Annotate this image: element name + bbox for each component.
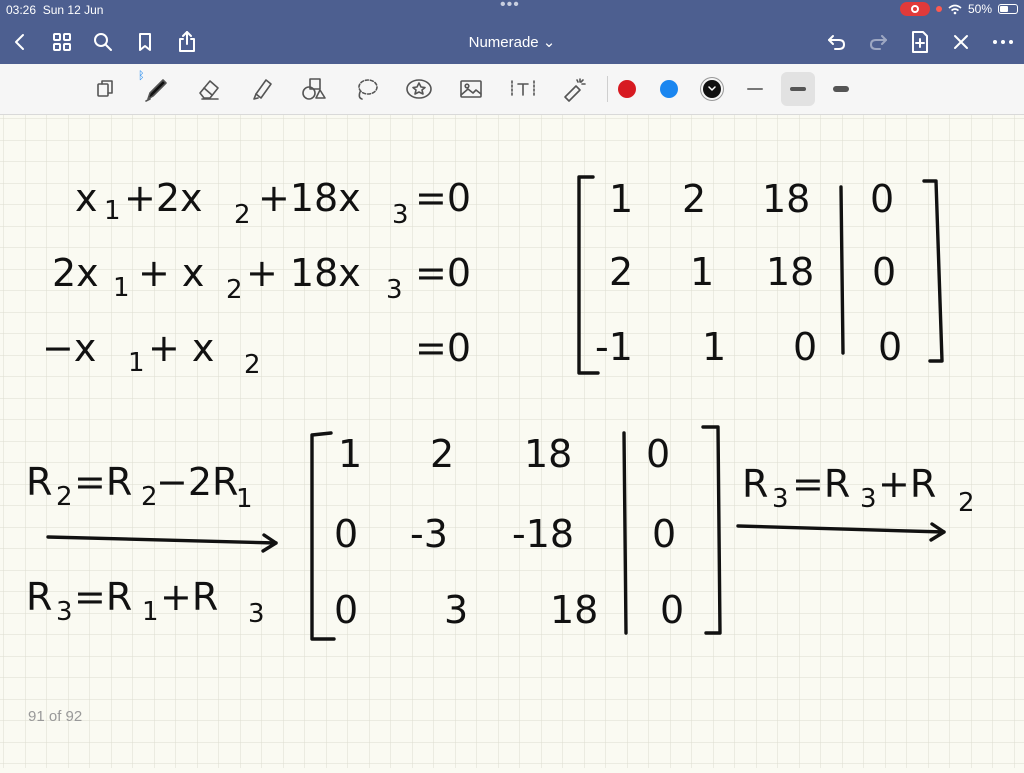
svg-text:18: 18 (766, 250, 814, 294)
svg-text:+2x: +2x (124, 176, 203, 220)
svg-text:−x: −x (42, 326, 96, 370)
svg-text:3: 3 (386, 275, 403, 305)
svg-text:18: 18 (550, 588, 598, 632)
svg-text:=0: =0 (415, 326, 471, 370)
svg-text:R: R (26, 575, 52, 619)
svg-text:1: 1 (104, 196, 121, 226)
svg-text:R: R (26, 460, 52, 504)
svg-text:2: 2 (958, 488, 975, 518)
note-page[interactable]: x 1 +2x 2 +18x 3 =0 2x 1 + x 2 + 18x 3 =… (0, 115, 1024, 768)
svg-text:0: 0 (660, 588, 684, 632)
text-icon[interactable] (506, 72, 540, 106)
svg-text:0: 0 (334, 588, 358, 632)
svg-text:1: 1 (142, 597, 159, 627)
stroke-thin[interactable] (738, 72, 772, 106)
svg-text:-3: -3 (410, 512, 448, 556)
svg-text:=0: =0 (415, 251, 471, 295)
svg-text:1: 1 (128, 348, 145, 378)
svg-text:=R: =R (792, 462, 850, 506)
svg-text:3: 3 (56, 597, 73, 627)
svg-text:-1: -1 (595, 325, 633, 369)
svg-text:2: 2 (234, 200, 251, 230)
image-icon[interactable] (454, 72, 488, 106)
svg-text:=R: =R (74, 575, 132, 619)
recording-dot-icon (935, 6, 942, 12)
eraser-icon[interactable] (192, 72, 226, 106)
lasso-icon[interactable] (88, 72, 122, 106)
add-page-icon[interactable] (904, 26, 936, 58)
svg-text:1: 1 (113, 273, 130, 303)
stroke-thick[interactable] (824, 72, 858, 106)
undo-icon[interactable] (821, 26, 853, 58)
svg-text:3: 3 (248, 599, 265, 629)
svg-text:-18: -18 (512, 512, 574, 556)
svg-text:0: 0 (646, 432, 670, 476)
highlighter-icon[interactable] (245, 72, 279, 106)
svg-text:3: 3 (772, 484, 789, 514)
svg-text:0: 0 (878, 325, 902, 369)
chevron-down-icon (708, 86, 716, 91)
close-edit-icon[interactable] (945, 26, 977, 58)
battery-icon (998, 4, 1018, 14)
svg-text:+R: +R (160, 575, 218, 619)
pen-icon[interactable]: ᛒ (138, 70, 174, 106)
svg-text:0: 0 (870, 177, 894, 221)
svg-text:0: 0 (872, 250, 896, 294)
stroke-medium-selected[interactable] (781, 72, 815, 106)
handwriting-canvas[interactable]: x 1 +2x 2 +18x 3 =0 2x 1 + x 2 + 18x 3 =… (0, 115, 1024, 768)
sticker-icon[interactable] (402, 72, 436, 106)
svg-text:+R: +R (878, 462, 936, 506)
svg-text:+ x: + x (148, 326, 214, 370)
status-time: 03:26 Sun 12 Jun (6, 3, 104, 17)
svg-text:2: 2 (609, 250, 633, 294)
svg-text:1: 1 (609, 177, 633, 221)
svg-text:2: 2 (226, 275, 243, 305)
svg-text:2: 2 (244, 350, 261, 380)
shapes-icon[interactable] (297, 72, 331, 106)
toolbar-divider (607, 76, 608, 102)
svg-text:+18x: +18x (258, 176, 361, 220)
svg-text:0: 0 (793, 325, 817, 369)
svg-text:2: 2 (430, 432, 454, 476)
wifi-icon (948, 4, 962, 14)
svg-text:1: 1 (690, 250, 714, 294)
svg-text:3: 3 (392, 200, 409, 230)
svg-text:0: 0 (652, 512, 676, 556)
svg-text:0: 0 (334, 512, 358, 556)
svg-text:=R: =R (74, 460, 132, 504)
svg-text:=0: =0 (415, 176, 471, 220)
color-black-selected[interactable] (695, 72, 729, 106)
color-red[interactable] (610, 72, 644, 106)
redo-icon[interactable] (862, 26, 894, 58)
svg-text:1: 1 (236, 484, 253, 514)
bluetooth-icon: ᛒ (138, 70, 145, 82)
svg-text:3: 3 (860, 484, 877, 514)
svg-text:x: x (75, 176, 98, 220)
svg-text:−2R: −2R (156, 460, 238, 504)
svg-text:2: 2 (56, 482, 73, 512)
page-indicator: 91 of 92 (28, 708, 83, 725)
lasso-select-icon[interactable] (350, 72, 384, 106)
svg-text:1: 1 (338, 432, 362, 476)
navigation-bar: Numerade ⌄ (0, 20, 1024, 64)
drawing-toolbar: ᛒ (0, 64, 1024, 115)
color-blue[interactable] (652, 72, 686, 106)
laser-pointer-icon[interactable] (558, 72, 592, 106)
svg-text:18: 18 (762, 177, 810, 221)
svg-text:1: 1 (702, 325, 726, 369)
svg-text:18: 18 (524, 432, 572, 476)
svg-text:+ x: + x (138, 251, 204, 295)
svg-text:3: 3 (444, 588, 468, 632)
screen-record-icon[interactable] (899, 2, 930, 16)
svg-text:+ 18x: + 18x (246, 251, 361, 295)
svg-text:2: 2 (682, 177, 706, 221)
svg-text:R: R (742, 462, 768, 506)
status-bar: 03:26 Sun 12 Jun ••• 50% (0, 0, 1024, 20)
battery-percent: 50% (967, 2, 992, 16)
multitasking-dots-icon[interactable]: ••• (500, 0, 520, 14)
more-options-icon[interactable] (987, 26, 1019, 58)
svg-text:2x: 2x (52, 251, 99, 295)
